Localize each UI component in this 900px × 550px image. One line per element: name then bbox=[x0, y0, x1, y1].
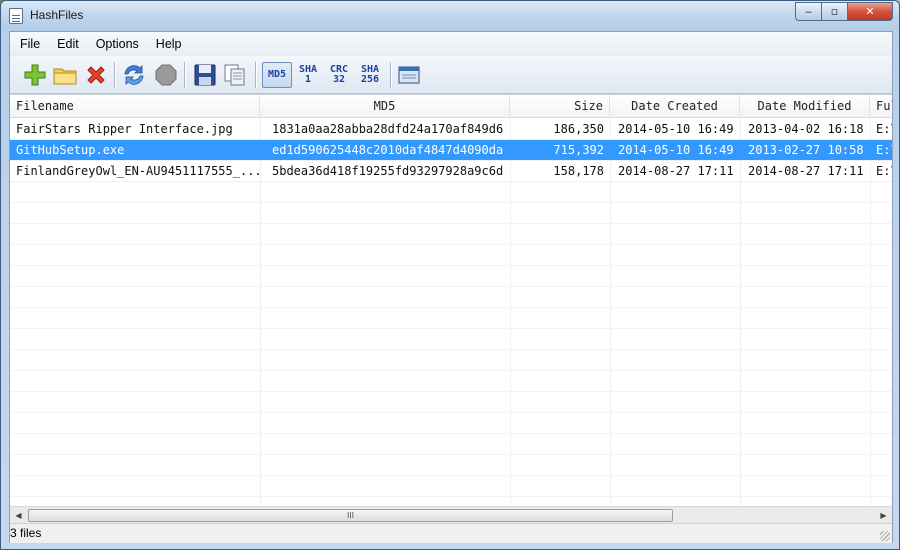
cell-md5: 5bdea36d418f19255fd93297928a9c6d bbox=[272, 164, 504, 178]
cell-date-created: 2014-05-10 16:49 bbox=[618, 143, 734, 157]
horizontal-scrollbar[interactable]: ◀ III ▶ bbox=[10, 506, 892, 523]
cell-size: 186,350 bbox=[553, 122, 604, 136]
table-row[interactable]: FinlandGreyOwl_EN-AU9451117555_... 5bdea… bbox=[10, 161, 892, 182]
cell-filename: FairStars Ripper Interface.jpg bbox=[16, 122, 233, 136]
red-x-icon bbox=[87, 66, 105, 84]
window-title: HashFiles bbox=[30, 8, 84, 22]
status-file-count: 3 files bbox=[10, 526, 42, 540]
empty-row bbox=[10, 224, 892, 245]
md5-label: MD5 bbox=[267, 69, 287, 80]
copy-button[interactable] bbox=[222, 62, 248, 88]
table-row[interactable]: FairStars Ripper Interface.jpg 1831a0aa2… bbox=[10, 119, 892, 140]
cell-filename: GitHubSetup.exe bbox=[16, 143, 125, 157]
md5-toggle[interactable]: MD5 bbox=[262, 62, 292, 88]
add-folder-button[interactable] bbox=[52, 62, 78, 88]
view-button[interactable] bbox=[396, 62, 422, 88]
add-files-button[interactable] bbox=[22, 62, 48, 88]
crc32-toggle[interactable]: CRC 32 bbox=[324, 62, 354, 88]
client-area: File Edit Options Help MD5 SHA 1 CRC 32 … bbox=[9, 31, 893, 543]
stop-octagon-icon bbox=[155, 64, 177, 86]
cell-filename: FinlandGreyOwl_EN-AU9451117555_... bbox=[16, 164, 260, 178]
menu-file[interactable]: File bbox=[20, 37, 40, 51]
minimize-button[interactable]: ‒ bbox=[795, 2, 822, 21]
empty-row bbox=[10, 434, 892, 455]
app-icon bbox=[9, 8, 23, 24]
remove-button[interactable] bbox=[83, 62, 109, 88]
cell-date-modified: 2013-04-02 16:18 bbox=[748, 122, 864, 136]
cell-full-path: E:\ bbox=[876, 122, 892, 136]
window-view-icon bbox=[398, 66, 420, 84]
close-button[interactable]: ✕ bbox=[848, 2, 893, 21]
file-list[interactable]: Filename MD5 Size Date Created Date Modi… bbox=[10, 94, 892, 506]
empty-row bbox=[10, 287, 892, 308]
crc32-label-number: 32 bbox=[332, 74, 346, 85]
floppy-disk-icon bbox=[194, 64, 216, 86]
cell-full-path: E:\ bbox=[876, 164, 892, 178]
plus-icon bbox=[24, 64, 46, 86]
cell-size: 158,178 bbox=[553, 164, 604, 178]
empty-row bbox=[10, 245, 892, 266]
scroll-thumb[interactable]: III bbox=[28, 509, 673, 522]
empty-row bbox=[10, 413, 892, 434]
empty-row bbox=[10, 392, 892, 413]
column-filename[interactable]: Filename bbox=[10, 95, 260, 118]
menu-help[interactable]: Help bbox=[156, 37, 182, 51]
table-row[interactable]: GitHubSetup.exe ed1d590625448c2010daf484… bbox=[10, 140, 892, 161]
menu-edit[interactable]: Edit bbox=[57, 37, 79, 51]
scroll-left-arrow[interactable]: ◀ bbox=[10, 507, 27, 524]
cell-md5: ed1d590625448c2010daf4847d4090da bbox=[272, 143, 504, 157]
save-button[interactable] bbox=[192, 62, 218, 88]
sha1-toggle[interactable]: SHA 1 bbox=[293, 62, 323, 88]
cell-date-modified: 2014-08-27 17:11 bbox=[748, 164, 864, 178]
title-bar[interactable]: HashFiles ‒ ▫ ✕ bbox=[1, 1, 899, 31]
toolbar-separator bbox=[255, 62, 256, 88]
empty-row bbox=[10, 308, 892, 329]
empty-row bbox=[10, 203, 892, 224]
maximize-button[interactable]: ▫ bbox=[822, 2, 848, 21]
sha256-label-number: 256 bbox=[360, 74, 380, 85]
column-size[interactable]: Size bbox=[510, 95, 610, 118]
resize-grip[interactable] bbox=[880, 531, 890, 541]
sha1-label-number: 1 bbox=[304, 74, 312, 85]
menu-bar: File Edit Options Help bbox=[10, 32, 892, 56]
toolbar-separator bbox=[390, 62, 391, 88]
cell-size: 715,392 bbox=[553, 143, 604, 157]
column-md5[interactable]: MD5 bbox=[260, 95, 510, 118]
list-header: Filename MD5 Size Date Created Date Modi… bbox=[10, 95, 892, 118]
column-date-modified[interactable]: Date Modified bbox=[740, 95, 870, 118]
menu-options[interactable]: Options bbox=[96, 37, 139, 51]
cell-date-modified: 2013-02-27 10:58 bbox=[748, 143, 864, 157]
copy-icon bbox=[224, 64, 245, 86]
refresh-arrows-icon bbox=[124, 65, 144, 85]
column-date-created[interactable]: Date Created bbox=[610, 95, 740, 118]
empty-row bbox=[10, 266, 892, 287]
cell-md5: 1831a0aa28abba28dfd24a170af849d6 bbox=[272, 122, 504, 136]
empty-row bbox=[10, 371, 892, 392]
empty-row bbox=[10, 455, 892, 476]
empty-row bbox=[10, 329, 892, 350]
toolbar-separator bbox=[184, 62, 185, 88]
caption-buttons: ‒ ▫ ✕ bbox=[795, 2, 893, 21]
status-bar: 3 files bbox=[10, 523, 892, 543]
scroll-right-arrow[interactable]: ▶ bbox=[875, 507, 892, 524]
stop-button[interactable] bbox=[153, 62, 179, 88]
cell-full-path: E:\ bbox=[876, 143, 892, 157]
empty-row bbox=[10, 476, 892, 497]
refresh-button[interactable] bbox=[121, 62, 147, 88]
folder-icon bbox=[53, 68, 77, 85]
toolbar: MD5 SHA 1 CRC 32 SHA 256 bbox=[10, 56, 892, 94]
sha256-toggle[interactable]: SHA 256 bbox=[355, 62, 385, 88]
column-full-path[interactable]: Ful bbox=[870, 95, 892, 118]
empty-row bbox=[10, 350, 892, 371]
toolbar-separator bbox=[114, 62, 115, 88]
app-window: HashFiles ‒ ▫ ✕ File Edit Options Help M… bbox=[0, 0, 900, 550]
empty-row bbox=[10, 182, 892, 203]
cell-date-created: 2014-05-10 16:49 bbox=[618, 122, 734, 136]
cell-date-created: 2014-08-27 17:11 bbox=[618, 164, 734, 178]
